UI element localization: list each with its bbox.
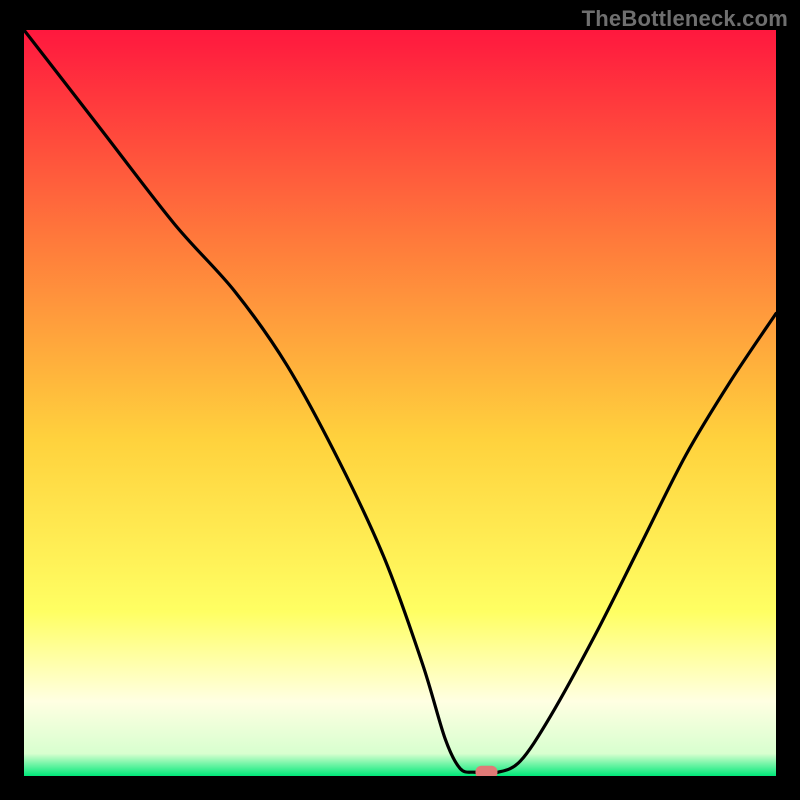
optimum-marker: [475, 766, 497, 776]
gradient-background: [24, 30, 776, 776]
plot-area: [24, 30, 776, 776]
bottleneck-chart: [24, 30, 776, 776]
chart-frame: TheBottleneck.com: [0, 0, 800, 800]
watermark-text: TheBottleneck.com: [582, 6, 788, 32]
